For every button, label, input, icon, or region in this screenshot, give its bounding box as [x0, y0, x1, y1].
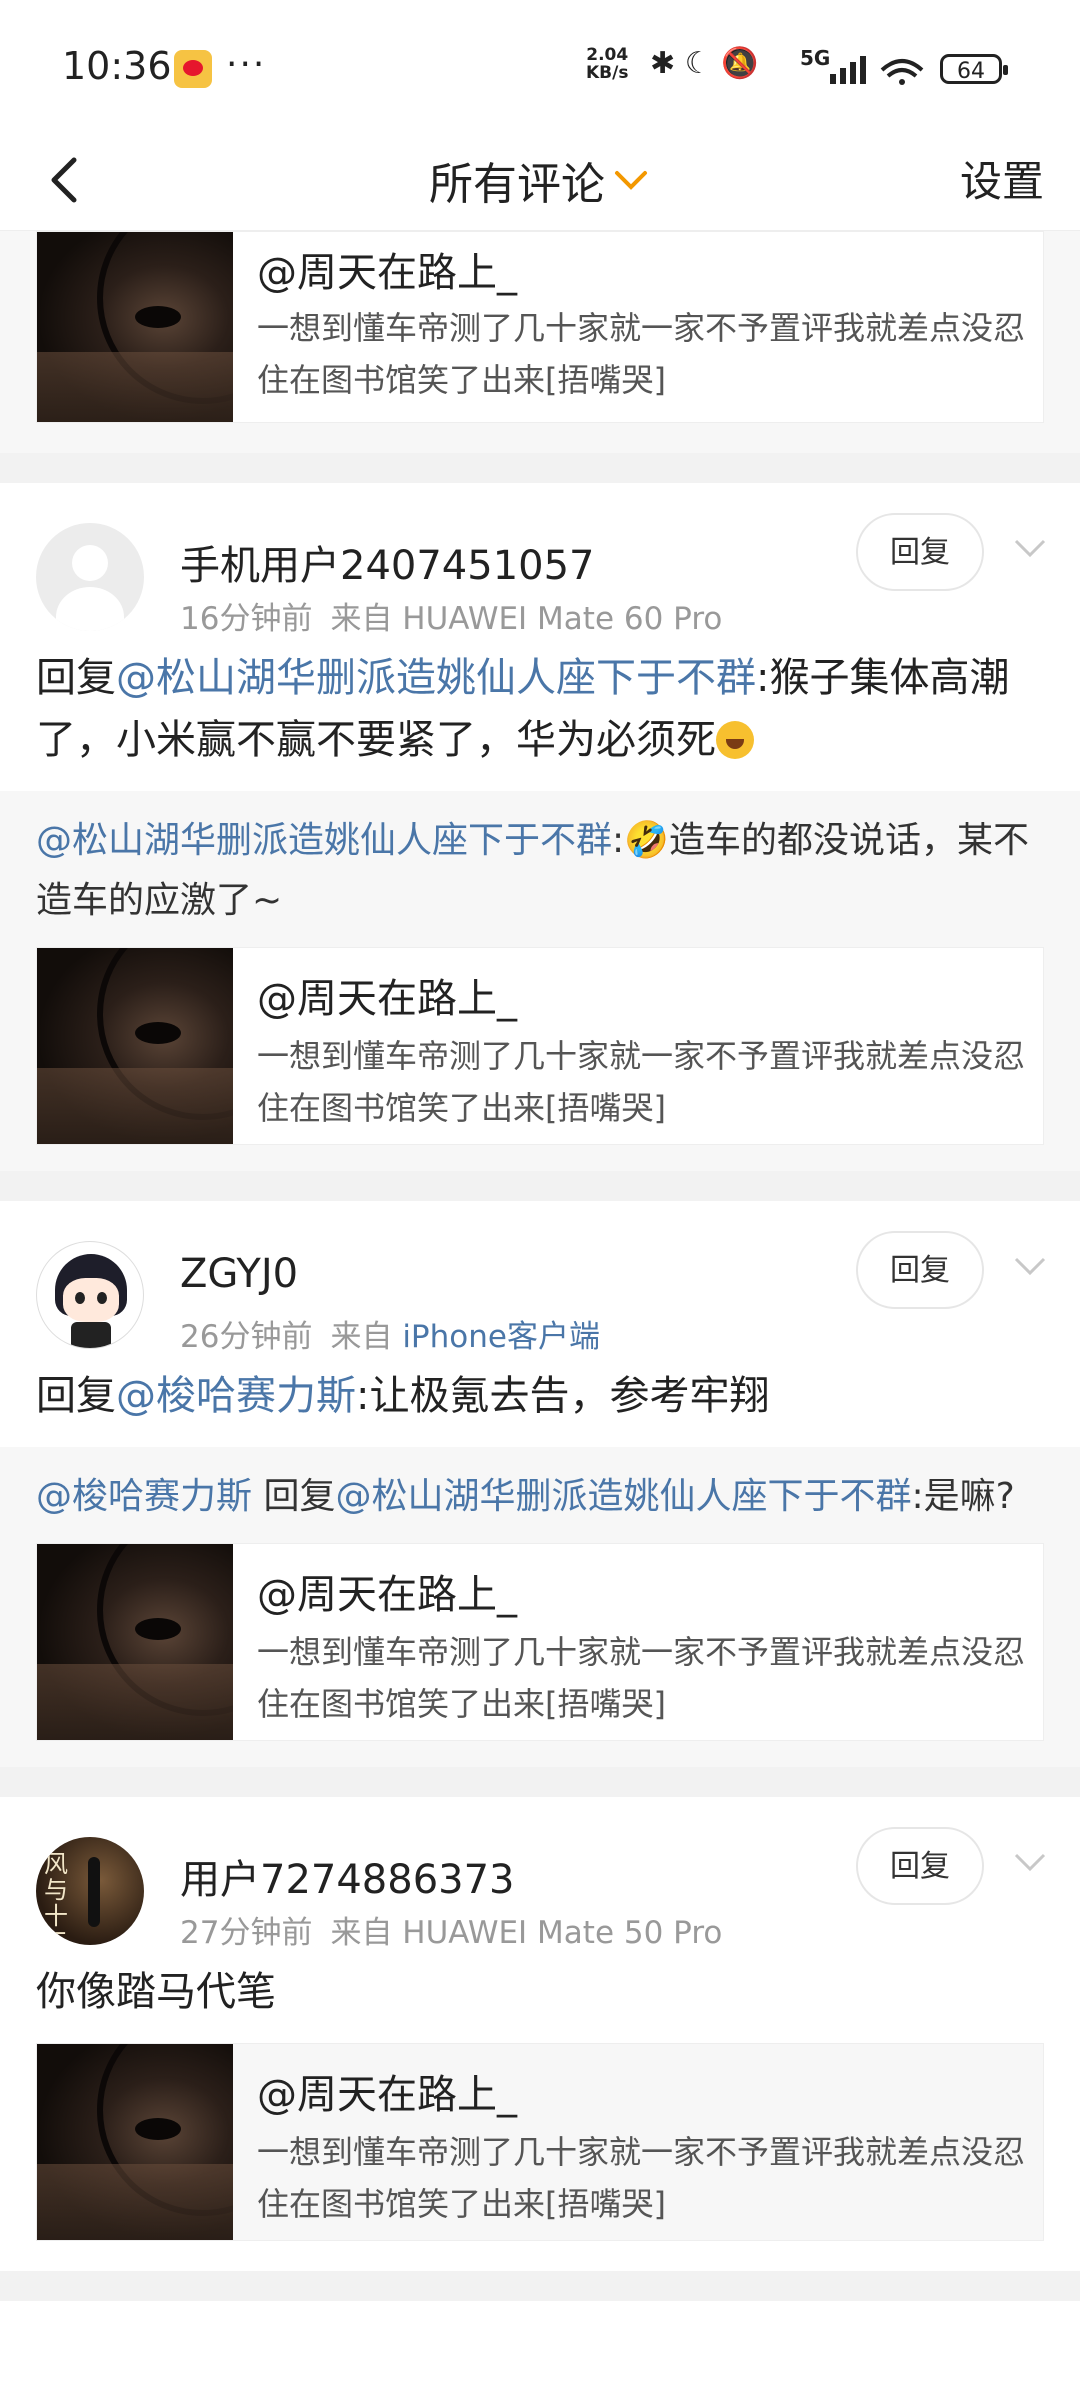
reply-prefix: 回复 [36, 1373, 116, 1419]
network-speed-unit: KB/s [586, 63, 629, 83]
mention-link[interactable]: @梭哈赛力斯 [116, 1373, 356, 1419]
quoted-comment[interactable]: @梭哈赛力斯 回复@松山湖华删派造姚仙人座下于不群:是嘛? @周天在路上_ 一想… [0, 1447, 1080, 1767]
comment-source-app[interactable]: iPhone客户端 [402, 1319, 600, 1355]
more-notifications-icon: ··· [226, 44, 267, 85]
comment-meta: 27分钟前 来自 HUAWEI Mate 50 Pro [180, 1907, 722, 1952]
reply-prefix: 回复 [36, 655, 116, 701]
card-title: @周天在路上_ [257, 1572, 517, 1618]
top-navigation-bar: 所有评论 设置 [0, 130, 1080, 231]
comment-item: ZGYJ0 26分钟前 来自 iPhone客户端 回复 回复@梭哈赛力斯:让极氪去… [0, 1201, 1080, 1767]
mute-icon: 🔕 [721, 46, 759, 81]
avatar[interactable] [36, 523, 144, 631]
status-time: 10:36 [62, 44, 172, 88]
reply-button[interactable]: 回复 [856, 513, 984, 591]
card-description: 一想到懂车帝测了几十家就一家不予置评我就差点没忍住在图书馆笑了出来[捂嘴哭] [257, 2133, 1026, 2223]
section-separator [0, 453, 1080, 483]
comment-time: 27分钟前 [180, 1915, 313, 1951]
signal-wifi-icon [830, 56, 924, 85]
bluetooth-icon: ✱ [650, 46, 676, 81]
network-speed-value: 2.04 [586, 45, 629, 65]
comment-username[interactable]: 手机用户2407451057 [180, 533, 595, 591]
settings-button[interactable]: 设置 [960, 148, 1044, 209]
comment-body: 你像踏马代笔 [36, 1969, 276, 2015]
chevron-down-icon[interactable] [1010, 1847, 1050, 1877]
comment-item: 风与十三郎 用户7274886373 27分钟前来自 HUAWEI Mate 5… [0, 1797, 1080, 2271]
status-icons: ✱ ☾ 🔕 [650, 46, 759, 81]
chevron-down-icon[interactable] [1010, 1251, 1050, 1281]
reply-button[interactable]: 回复 [856, 1231, 984, 1309]
network-speed: 2.04 KB/s [586, 46, 628, 82]
card-title: @周天在路上_ [257, 976, 517, 1022]
status-bar: 10:36 ··· 2.04 KB/s ✱ ☾ 🔕 5G 64 [0, 0, 1080, 130]
card-description: 一想到懂车帝测了几十家就一家不予置评我就差点没忍住在图书馆笑了出来[捂嘴哭] [257, 1633, 1026, 1723]
laughing-emoji-icon [716, 721, 754, 759]
avatar-text: 风与十三郎 [44, 1850, 68, 1945]
section-separator [0, 2271, 1080, 2301]
section-separator [0, 1767, 1080, 1797]
linked-post-card[interactable]: @周天在路上_ 一想到懂车帝测了几十家就一家不予置评我就差点没忍住在图书馆笑了出… [36, 947, 1044, 1145]
post-thumbnail [37, 232, 233, 422]
comment-source: 来自 HUAWEI Mate 60 Pro [330, 601, 723, 637]
comment-text: 你像踏马代笔 [0, 1937, 1080, 2043]
linked-post-card[interactable]: @周天在路上_ 一想到懂车帝测了几十家就一家不予置评我就差点没忍住在图书馆笑了出… [36, 1543, 1044, 1741]
comment-time: 16分钟前 [180, 601, 313, 637]
comment-username[interactable]: ZGYJ0 [180, 1251, 298, 1297]
chevron-down-icon[interactable] [1010, 533, 1050, 563]
battery-icon: 64 [940, 54, 1008, 84]
comment-body: :让极氪去告，参考牢翔 [356, 1373, 770, 1419]
linked-post-card[interactable]: @周天在路上_ 一想到懂车帝测了几十家就一家不予置评我就差点没忍住在图书馆笑了出… [36, 2043, 1044, 2241]
linked-post-card[interactable]: @周天在路上_ 一想到懂车帝测了几十家就一家不予置评我就差点没忍住在图书馆笑了出… [36, 231, 1044, 423]
chevron-down-icon [615, 171, 647, 190]
mention-link[interactable]: @松山湖华删派造姚仙人座下于不群 [116, 655, 756, 701]
mention-link[interactable]: @梭哈赛力斯 [36, 1476, 252, 1517]
quoted-comment-text: @梭哈赛力斯 回复@松山湖华删派造姚仙人座下于不群:是嘛? [36, 1467, 1044, 1527]
signal-5g-label: 5G [800, 46, 831, 70]
card-title: @周天在路上_ [257, 2072, 517, 2118]
avatar[interactable]: 风与十三郎 [36, 1837, 144, 1945]
comment-feed[interactable]: @周天在路上_ 一想到懂车帝测了几十家就一家不予置评我就差点没忍住在图书馆笑了出… [0, 231, 1080, 2400]
dnd-moon-icon: ☾ [684, 46, 712, 81]
reply-button[interactable]: 回复 [856, 1827, 984, 1905]
page-title[interactable]: 所有评论 [0, 148, 1080, 212]
weibo-notification-icon [174, 50, 212, 88]
post-thumbnail [37, 2044, 233, 2240]
comment-item: 手机用户2407451057 16分钟前 来自 HUAWEI Mate 60 Pr… [0, 483, 1080, 1171]
previous-quote-section: @周天在路上_ 一想到懂车帝测了几十家就一家不予置评我就差点没忍住在图书馆笑了出… [0, 231, 1080, 453]
comment-username[interactable]: 用户7274886373 [180, 1847, 515, 1905]
post-thumbnail [37, 1544, 233, 1740]
quoted-comment-text: @松山湖华删派造姚仙人座下于不群:🤣造车的都没说话，某不造车的应激了~ [36, 811, 1044, 931]
avatar[interactable] [36, 1241, 144, 1349]
quoted-reply-word: 回复 [252, 1476, 336, 1517]
mention-link[interactable]: @松山湖华删派造姚仙人座下于不群 [335, 1476, 911, 1517]
comment-text: 回复@梭哈赛力斯:让极氪去告，参考牢翔 [0, 1341, 1080, 1447]
comment-meta: 26分钟前 来自 iPhone客户端 [180, 1311, 600, 1356]
card-description: 一想到懂车帝测了几十家就一家不予置评我就差点没忍住在图书馆笑了出来[捂嘴哭] [257, 309, 1026, 399]
mention-link[interactable]: @松山湖华删派造姚仙人座下于不群 [36, 820, 612, 861]
quoted-comment[interactable]: @松山湖华删派造姚仙人座下于不群:🤣造车的都没说话，某不造车的应激了~ @周天在… [0, 791, 1080, 1171]
comment-text: 回复@松山湖华删派造姚仙人座下于不群:猴子集体高潮了，小米赢不赢不要紧了，华为必… [0, 623, 1080, 791]
comment-time: 26分钟前 [180, 1319, 313, 1355]
card-title: @周天在路上_ [257, 250, 517, 296]
card-description: 一想到懂车帝测了几十家就一家不予置评我就差点没忍住在图书馆笑了出来[捂嘴哭] [257, 1037, 1026, 1127]
comment-source: 来自 HUAWEI Mate 50 Pro [330, 1915, 723, 1951]
quoted-body: :是嘛? [911, 1476, 1015, 1517]
post-thumbnail [37, 948, 233, 1144]
comment-source-prefix: 来自 [330, 1319, 393, 1355]
linked-card-wrapper: @周天在路上_ 一想到懂车帝测了几十家就一家不予置评我就差点没忍住在图书馆笑了出… [0, 2043, 1080, 2271]
comment-meta: 16分钟前 来自 HUAWEI Mate 60 Pro [180, 593, 722, 638]
section-separator [0, 1171, 1080, 1201]
page-title-label: 所有评论 [429, 159, 605, 210]
